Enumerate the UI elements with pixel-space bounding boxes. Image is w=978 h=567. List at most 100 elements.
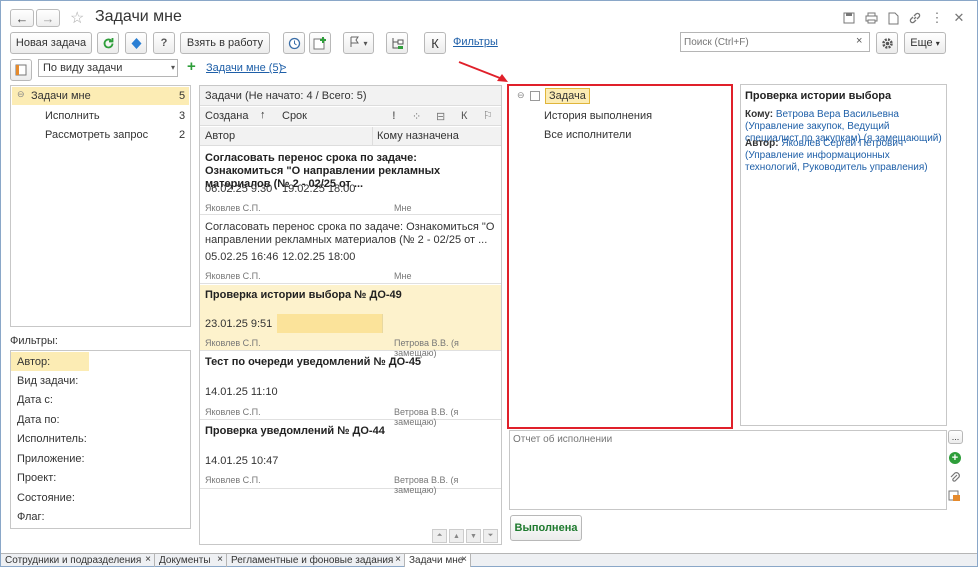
close-icon[interactable]: ✕ bbox=[952, 10, 966, 25]
print-icon[interactable] bbox=[864, 11, 878, 25]
collapse-icon[interactable]: ⊖ bbox=[517, 90, 525, 101]
flag-column-icon[interactable]: ⚐ bbox=[483, 109, 493, 122]
table-row-selected[interactable]: Проверка истории выбора № ДО-49 23.01.25… bbox=[200, 285, 501, 358]
sort-asc-icon[interactable]: ↑ bbox=[260, 109, 266, 121]
tree-item-execute[interactable]: Исполнить 3 bbox=[12, 107, 189, 125]
report-ellipsis-button[interactable]: ... bbox=[948, 430, 963, 444]
scan-document-icon[interactable] bbox=[948, 490, 961, 505]
tab-label: Документы bbox=[159, 555, 211, 566]
task-list-header-text: Задачи (Не начато: 4 / Всего: 5) bbox=[205, 90, 367, 102]
collapse-icon[interactable]: ⊖ bbox=[17, 89, 25, 100]
refresh-button[interactable] bbox=[97, 32, 119, 54]
arrow-right-icon: → bbox=[41, 10, 55, 26]
filter-executor[interactable]: Исполнитель: bbox=[11, 429, 189, 449]
filter-date-from[interactable]: Дата с: bbox=[11, 390, 189, 410]
tree-item-review-request[interactable]: Рассмотреть запрос 2 bbox=[12, 126, 189, 144]
more-vertical-icon[interactable]: ⋮ bbox=[930, 10, 944, 25]
table-row[interactable]: Тест по очереди уведомлений № ДО-45 14.0… bbox=[200, 352, 501, 427]
filters-link[interactable]: Фильтры bbox=[453, 36, 498, 48]
tab-close-icon[interactable]: × bbox=[217, 554, 223, 565]
scroll-top-icon[interactable]: ⏶ bbox=[432, 529, 447, 543]
scroll-down-icon[interactable]: ▼ bbox=[466, 529, 481, 543]
table-row[interactable]: Согласовать перенос срока по задаче: Озн… bbox=[200, 147, 501, 215]
tab-employees[interactable]: Сотрудники и подразделения × bbox=[1, 554, 155, 567]
detail-tree-panel: ⊖ Задача История выполнения Все исполнит… bbox=[507, 84, 733, 429]
attachment-column-icon[interactable]: ⁘ bbox=[412, 110, 421, 123]
document-icon[interactable] bbox=[886, 11, 900, 25]
column-created[interactable]: Создана bbox=[205, 110, 248, 122]
gear-icon bbox=[881, 37, 893, 49]
column-header-row-2: Автор Кому назначена bbox=[200, 127, 501, 146]
add-icon[interactable]: + bbox=[187, 58, 196, 75]
tab-my-tasks[interactable]: Задачи мне × bbox=[405, 554, 471, 567]
settings-button[interactable] bbox=[876, 32, 898, 54]
tab-documents[interactable]: Документы × bbox=[155, 554, 227, 567]
scroll-up-icon[interactable]: ▲ bbox=[449, 529, 464, 543]
tree-item-tasks-me[interactable]: ⊖ Задачи мне 5 bbox=[12, 87, 189, 105]
k-column-icon[interactable]: К bbox=[461, 110, 467, 122]
chevron-down-icon: ▾ bbox=[170, 63, 175, 72]
save-icon[interactable] bbox=[842, 11, 856, 25]
task-info-panel: Проверка истории выбора Кому: Ветрова Ве… bbox=[740, 84, 947, 426]
detail-tree-item-task[interactable]: Задача bbox=[545, 88, 590, 104]
help-button[interactable]: ? bbox=[153, 32, 175, 54]
task-type-tree: ⊖ Задачи мне 5 Исполнить 3 Рассмотреть з… bbox=[10, 85, 191, 327]
filters-title: Фильтры: bbox=[10, 335, 58, 347]
filter-flag[interactable]: Флаг: bbox=[11, 507, 189, 527]
tab-close-icon[interactable]: × bbox=[395, 554, 401, 565]
search-input[interactable] bbox=[681, 33, 851, 51]
table-row[interactable]: Проверка уведомлений № ДО-44 14.01.25 10… bbox=[200, 421, 501, 495]
checkbox[interactable] bbox=[530, 91, 540, 101]
filter-project[interactable]: Проект: bbox=[11, 468, 189, 488]
add-subtask-button[interactable] bbox=[309, 32, 331, 54]
tree-item-count: 3 bbox=[179, 110, 186, 122]
column-assignee[interactable]: Кому назначена bbox=[377, 130, 459, 142]
flag-dropdown-button[interactable]: ▾ bbox=[343, 32, 374, 54]
clock-button[interactable] bbox=[283, 32, 305, 54]
navigate-button[interactable] bbox=[125, 32, 147, 54]
clock-icon bbox=[288, 37, 300, 49]
forward-button[interactable]: → bbox=[36, 9, 60, 27]
task-title: Согласовать перенос срока по задаче: Озн… bbox=[205, 221, 495, 246]
importance-column-icon[interactable]: ! bbox=[392, 110, 396, 122]
link-icon[interactable] bbox=[908, 11, 922, 25]
tasks-link[interactable]: Задачи мне (5) bbox=[206, 62, 282, 74]
k-button[interactable]: К bbox=[424, 32, 446, 54]
task-author: Яковлев С.П. bbox=[205, 271, 261, 281]
tree-toggle-button[interactable] bbox=[10, 59, 32, 81]
new-task-button[interactable]: Новая задача bbox=[10, 32, 92, 54]
take-to-work-button[interactable]: Взять в работу bbox=[180, 32, 270, 54]
tab-close-icon[interactable]: × bbox=[145, 554, 151, 565]
structure-button[interactable] bbox=[386, 32, 408, 54]
scroll-bottom-icon[interactable]: ⏷ bbox=[483, 529, 498, 543]
search-box: × bbox=[680, 32, 870, 52]
add-circle-icon[interactable]: + bbox=[949, 452, 961, 464]
clear-search-icon[interactable]: × bbox=[856, 35, 862, 47]
more-button[interactable]: Еще ▾ bbox=[904, 32, 946, 54]
back-button[interactable]: ← bbox=[10, 9, 34, 27]
info-author-label: Автор: bbox=[745, 138, 779, 149]
favorite-star-icon[interactable]: ☆ bbox=[70, 8, 84, 28]
page-title: Задачи мне bbox=[95, 8, 182, 25]
detail-tree-item-all-executors[interactable]: Все исполнители bbox=[544, 129, 631, 141]
filter-date-to[interactable]: Дата по: bbox=[11, 410, 189, 430]
table-row[interactable]: Согласовать перенос срока по задаче: Озн… bbox=[200, 216, 501, 284]
structure-column-icon[interactable]: ⊟ bbox=[436, 110, 445, 123]
report-textarea[interactable] bbox=[510, 431, 946, 509]
grouping-select[interactable]: По виду задачи ▾ bbox=[38, 59, 178, 77]
refresh-icon bbox=[103, 37, 113, 48]
paperclip-icon[interactable] bbox=[949, 471, 960, 486]
filter-task-type[interactable]: Вид задачи: bbox=[11, 371, 189, 391]
tree-item-label: Задачи мне bbox=[31, 90, 91, 102]
tab-scheduled-jobs[interactable]: Регламентные и фоновые задания × bbox=[227, 554, 405, 567]
tab-close-icon[interactable]: × bbox=[461, 554, 467, 565]
detail-tree-item-history[interactable]: История выполнения bbox=[544, 110, 652, 122]
column-divider bbox=[372, 127, 373, 146]
done-button[interactable]: Выполнена bbox=[510, 515, 582, 541]
next-link[interactable]: > bbox=[280, 62, 286, 74]
column-deadline[interactable]: Срок bbox=[282, 110, 307, 122]
filter-state[interactable]: Состояние: bbox=[11, 488, 189, 508]
column-author[interactable]: Автор bbox=[205, 130, 235, 142]
filter-attachment[interactable]: Приложение: bbox=[11, 449, 189, 469]
filter-author[interactable]: Автор: bbox=[11, 352, 189, 372]
